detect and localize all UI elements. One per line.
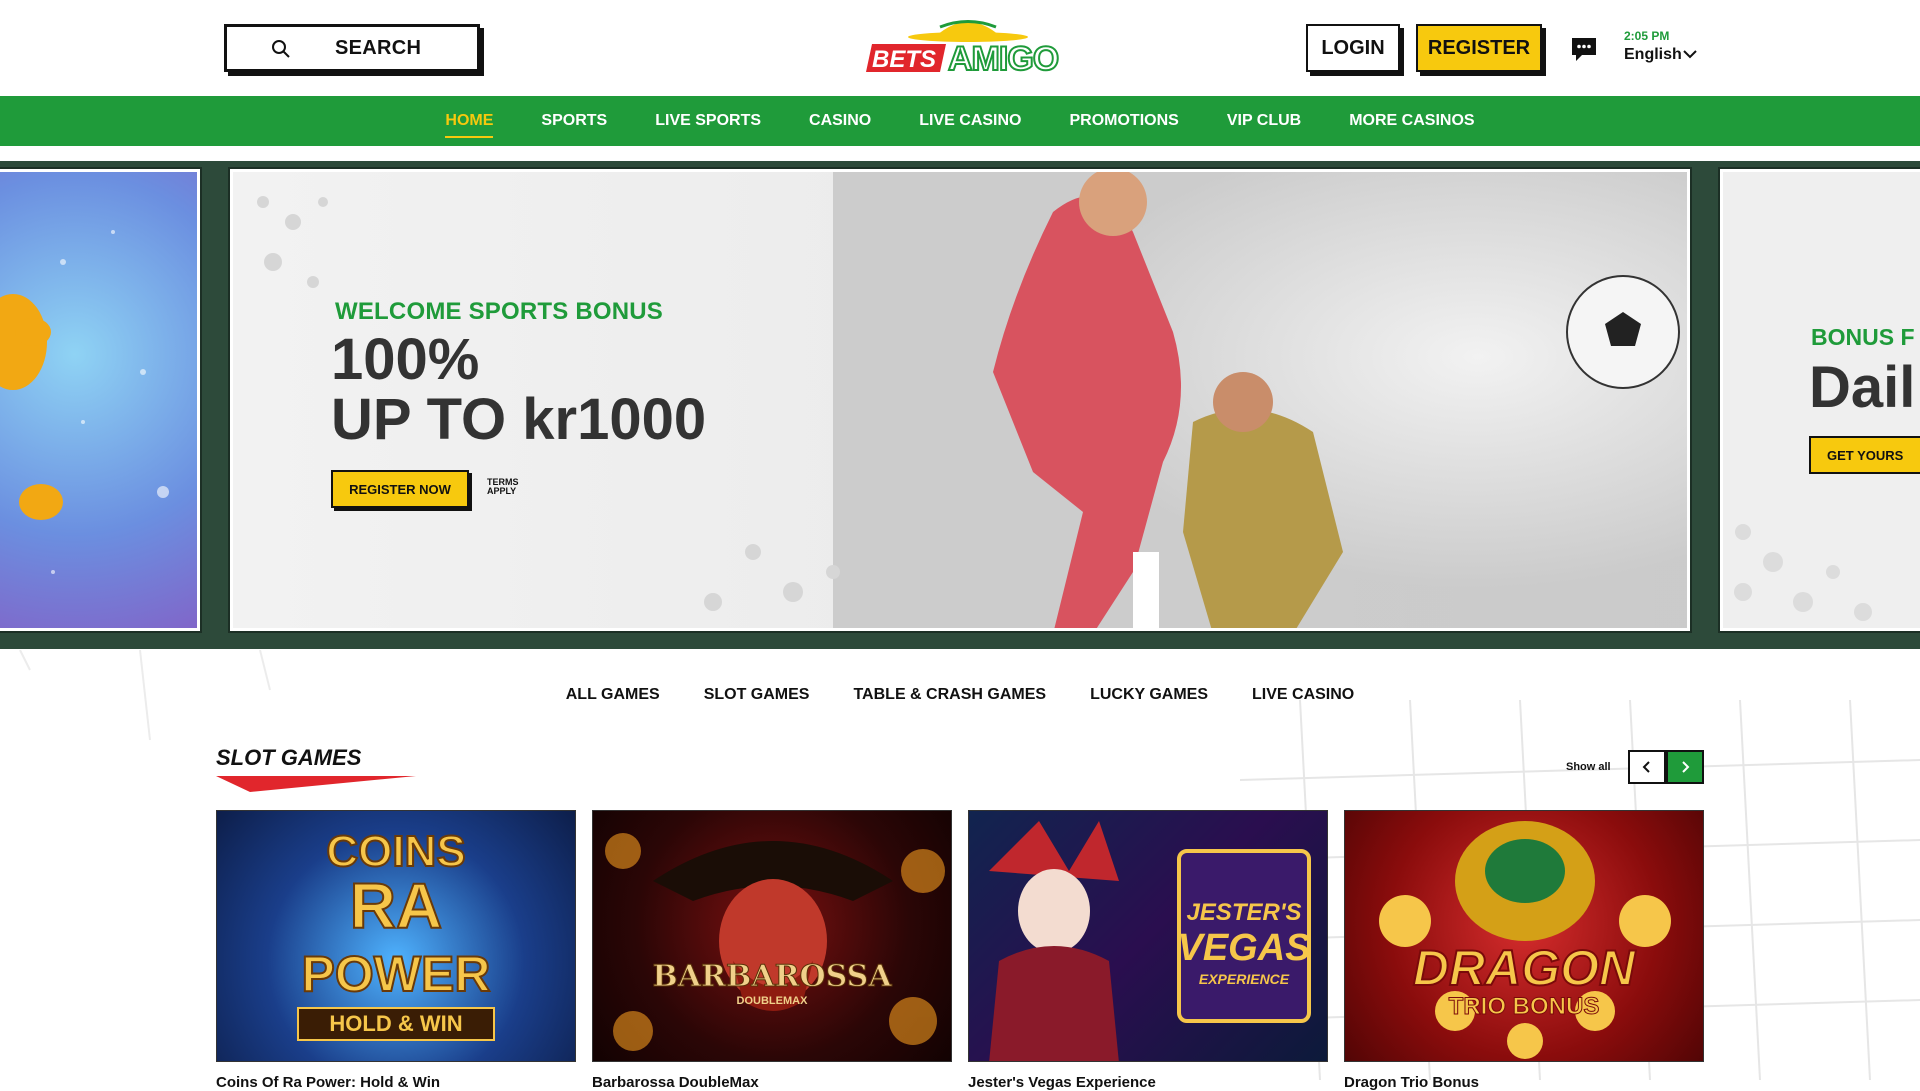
nav-item-promotions[interactable]: PROMOTIONS [1045, 96, 1202, 146]
nav-item-vip-club[interactable]: VIP CLUB [1203, 96, 1325, 146]
carousel-slide-next[interactable]: BONUS F Dail GET YOURS [1712, 161, 1920, 649]
carousel-slide-previous[interactable] [0, 161, 208, 649]
game-art-line: POWER [301, 945, 492, 1003]
coins-artwork-image [0, 230, 169, 574]
bonus-headline-amount: UP TO kr1000 [331, 387, 707, 452]
chat-icon[interactable] [1570, 36, 1598, 62]
game-card-jesters-vegas[interactable]: JESTER'S VEGAS EXPERIENCE [968, 810, 1328, 1062]
game-title[interactable]: Barbarossa DoubleMax [592, 1074, 759, 1091]
game-art-line: DRAGON [1412, 939, 1636, 997]
game-art-line: VEGAS [1177, 927, 1311, 969]
game-art-line: RA [349, 869, 443, 943]
terms-apply-link[interactable]: TERMS APPLY [487, 478, 527, 496]
main-navigation: HOME SPORTS LIVE SPORTS CASINO LIVE CASI… [0, 96, 1920, 146]
logo-text-bets: BETS [872, 46, 937, 73]
nav-item-live-casino[interactable]: LIVE CASINO [895, 96, 1045, 146]
register-now-button[interactable]: REGISTER NOW [331, 470, 469, 508]
logo-text-amigo: AMIGO [947, 39, 1060, 79]
game-art-line: EXPERIENCE [1198, 971, 1290, 987]
promo-carousel[interactable]: WELCOME SPORTS BONUS 100% UP TO kr1000 R… [0, 161, 1920, 649]
nav-item-sports[interactable]: SPORTS [517, 96, 631, 146]
bonus-subtitle: WELCOME SPORTS BONUS [335, 298, 664, 325]
tab-slot-games[interactable]: SLOT GAMES [682, 678, 832, 712]
game-art-line: HOLD & WIN [297, 1007, 495, 1041]
search-icon [272, 40, 290, 58]
tab-live-casino[interactable]: LIVE CASINO [1230, 678, 1376, 712]
bonus-headline-percent: 100% [331, 327, 480, 392]
tab-lucky-games[interactable]: LUCKY GAMES [1068, 678, 1230, 712]
show-all-link[interactable]: Show all [1566, 761, 1611, 773]
game-art-line: DOUBLEMAX [736, 995, 808, 1007]
dragon-artwork-image [1379, 821, 1671, 1059]
game-art-line: BARBAROSSA [652, 959, 892, 995]
chevron-left-icon [1642, 761, 1650, 773]
tab-table-crash-games[interactable]: TABLE & CRASH GAMES [831, 678, 1068, 712]
nav-item-home[interactable]: HOME [421, 96, 517, 146]
game-title[interactable]: Coins Of Ra Power: Hold & Win [216, 1074, 440, 1091]
game-title[interactable]: Dragon Trio Bonus [1344, 1074, 1479, 1091]
language-selector[interactable]: English [1624, 46, 1682, 64]
tab-all-games[interactable]: ALL GAMES [544, 678, 682, 712]
register-button[interactable]: REGISTER [1416, 24, 1542, 72]
search-button[interactable]: SEARCH [224, 24, 480, 72]
game-art-line: TRIO BONUS [1448, 993, 1600, 1021]
carousel-slide-active[interactable]: WELCOME SPORTS BONUS 100% UP TO kr1000 R… [222, 161, 1698, 649]
game-card-dragon-trio[interactable]: DRAGON TRIO BONUS [1344, 810, 1704, 1062]
carousel-next-button[interactable] [1666, 750, 1704, 784]
game-card-barbarossa[interactable]: BARBAROSSA DOUBLEMAX [592, 810, 952, 1062]
next-slide-subtitle: BONUS F [1811, 324, 1915, 350]
current-time: 2:05 PM [1624, 29, 1670, 43]
brand-logo[interactable]: BETS AMIGO [866, 10, 1070, 79]
pirate-artwork-image [605, 833, 945, 1051]
site-header: SEARCH BETS AMIGO LOGIN REGISTER 2:05 PM… [0, 0, 1920, 96]
search-label: SEARCH [335, 36, 422, 59]
games-category-tabs: ALL GAMES SLOT GAMES TABLE & CRASH GAMES… [0, 678, 1920, 712]
chevron-down-icon[interactable] [1682, 48, 1698, 60]
login-button[interactable]: LOGIN [1306, 24, 1400, 72]
game-art-line: JESTER'S [1186, 899, 1302, 926]
section-title-underline [216, 776, 416, 792]
carousel-prev-button[interactable] [1628, 750, 1666, 784]
get-yours-button[interactable]: GET YOURS [1809, 436, 1920, 474]
section-title: SLOT GAMES [216, 745, 362, 770]
nav-item-more-casinos[interactable]: MORE CASINOS [1325, 96, 1498, 146]
game-card-coins-of-ra[interactable]: COINS RA POWER HOLD & WIN [216, 810, 576, 1062]
slot-games-list: COINS RA POWER HOLD & WIN BARBAROSSA DOU… [216, 810, 1704, 1091]
nav-item-casino[interactable]: CASINO [785, 96, 895, 146]
chevron-right-icon [1682, 761, 1690, 773]
next-slide-title: Dail [1809, 355, 1916, 420]
nav-item-live-sports[interactable]: LIVE SPORTS [631, 96, 785, 146]
game-title[interactable]: Jester's Vegas Experience [968, 1074, 1156, 1091]
